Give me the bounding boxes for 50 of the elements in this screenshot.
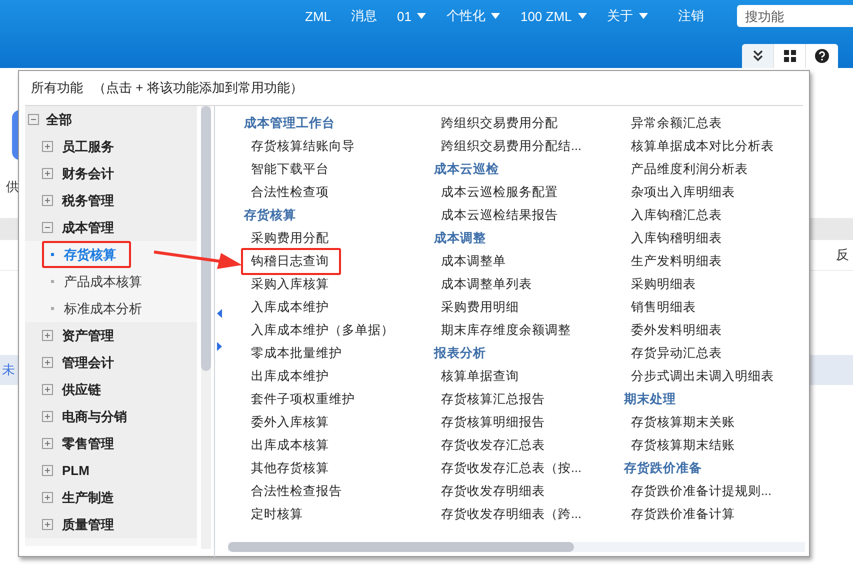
notice-text: 未 bbox=[2, 361, 15, 379]
nav-link[interactable]: ZML bbox=[305, 8, 331, 24]
group-heading: 报表分析 bbox=[432, 345, 486, 362]
group-heading: 期末处理 bbox=[623, 391, 676, 408]
expand-icon[interactable] bbox=[42, 465, 53, 476]
double-chevron-down-icon bbox=[752, 50, 764, 62]
function-link[interactable]: 钩稽日志查询 bbox=[241, 248, 341, 275]
group-heading: 存货核算 bbox=[242, 207, 296, 224]
expand-icon[interactable] bbox=[42, 141, 53, 152]
help-button[interactable] bbox=[806, 44, 838, 68]
group-heading: 成本云巡检 bbox=[432, 161, 499, 178]
expand-icon[interactable] bbox=[42, 519, 53, 530]
group-heading: 存货跌价准备 bbox=[622, 460, 702, 477]
scrollbar-thumb[interactable] bbox=[201, 106, 211, 371]
nav-link[interactable]: 注销 bbox=[678, 7, 704, 25]
collapse-icon[interactable] bbox=[42, 222, 53, 233]
collapse-button[interactable] bbox=[742, 44, 774, 68]
popup-title: 所有功能 bbox=[31, 79, 83, 97]
nav-link[interactable]: 个性化 bbox=[446, 7, 500, 25]
expand-icon[interactable] bbox=[42, 168, 53, 179]
expand-right-icon[interactable] bbox=[217, 342, 222, 351]
nav-link[interactable]: 消息 bbox=[351, 7, 377, 25]
tree-item[interactable]: 产品成本核算 bbox=[42, 268, 157, 295]
search-field[interactable]: 搜功能 bbox=[736, 5, 853, 27]
nav-link[interactable]: 100 ZML bbox=[520, 8, 587, 24]
expand-icon[interactable] bbox=[42, 438, 53, 449]
tree-item[interactable]: 供应链 bbox=[62, 380, 101, 398]
group-heading: 成本管理工作台 bbox=[242, 115, 335, 132]
expand-icon[interactable] bbox=[42, 384, 53, 395]
nav-link[interactable]: 关于 bbox=[606, 7, 648, 25]
expand-icon[interactable] bbox=[42, 195, 53, 206]
grid-icon bbox=[784, 50, 796, 62]
expand-icon[interactable] bbox=[42, 330, 53, 341]
collapse-left-icon[interactable] bbox=[217, 309, 222, 318]
popup-hint: （点击 + 将该功能添加到常用功能） bbox=[93, 79, 303, 97]
app-label: 供 bbox=[6, 178, 19, 196]
scrollbar-thumb[interactable] bbox=[228, 542, 574, 552]
tree-item[interactable]: 存货核算 bbox=[42, 241, 131, 268]
nav-link[interactable]: 01 bbox=[397, 8, 426, 24]
feedback-link[interactable]: 反 bbox=[836, 246, 849, 264]
tree-item[interactable]: PLM bbox=[62, 463, 90, 478]
help-icon bbox=[815, 49, 829, 63]
expand-icon[interactable] bbox=[42, 411, 53, 422]
tree-item[interactable]: 全部 bbox=[46, 110, 72, 128]
group-heading: 成本调整 bbox=[432, 230, 486, 247]
expand-icon[interactable] bbox=[42, 357, 53, 368]
expand-icon[interactable] bbox=[42, 492, 53, 503]
collapse-icon[interactable] bbox=[28, 114, 39, 125]
grid-button[interactable] bbox=[774, 44, 806, 68]
tree-item[interactable]: 标准成本分析 bbox=[42, 295, 157, 322]
